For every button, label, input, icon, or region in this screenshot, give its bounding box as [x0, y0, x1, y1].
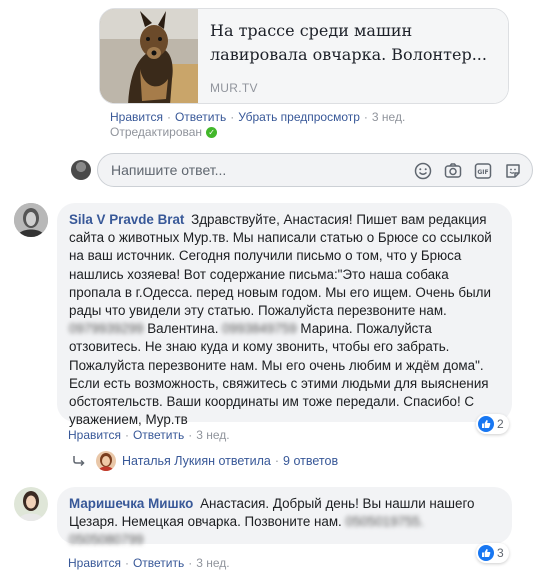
replies-author[interactable]: Наталья Лукиян ответила — [122, 454, 271, 468]
reaction-count[interactable]: 2 — [476, 414, 509, 434]
redacted-phone: 0979939299 — [69, 321, 144, 337]
reply-arrow-icon — [73, 456, 85, 467]
comment-author[interactable]: Sila V Pravde Brat — [69, 212, 184, 227]
preview-thumbnail — [100, 9, 198, 103]
timestamp[interactable]: 3 нед. — [196, 556, 229, 570]
comment-actions: Нравится · Ответить · 3 нед. — [68, 428, 230, 442]
replies-count[interactable]: 9 ответов — [283, 454, 338, 468]
reaction-number: 2 — [497, 417, 504, 431]
like-link[interactable]: Нравится — [68, 556, 121, 570]
sticker-icon[interactable] — [504, 162, 522, 180]
check-icon: ✓ — [206, 127, 218, 139]
reply-composer[interactable]: GIF — [97, 153, 533, 187]
view-replies[interactable]: Наталья Лукиян ответила · 9 ответов — [72, 451, 338, 471]
redacted-phone: 0505080799 — [69, 532, 144, 548]
timestamp[interactable]: 3 нед. — [196, 428, 229, 442]
reaction-count[interactable]: 3 — [476, 543, 509, 563]
avatar[interactable] — [14, 203, 48, 237]
svg-text:GIF: GIF — [477, 169, 488, 176]
dog-image-icon — [100, 9, 198, 103]
reply-link[interactable]: Ответить — [133, 556, 184, 570]
comment-text: Марина. Пожалуйста отзовитесь. Не знаю к… — [69, 321, 489, 428]
reply-input[interactable] — [111, 162, 401, 178]
timestamp[interactable]: 3 нед. — [372, 110, 405, 124]
remove-preview-link[interactable]: Убрать предпросмотр — [238, 110, 360, 124]
person-icon — [14, 203, 48, 237]
redacted-phone: 0505019755. — [345, 514, 424, 530]
preview-title[interactable]: На трассе среди машин лавировала овчарка… — [210, 19, 496, 67]
camera-icon[interactable] — [444, 162, 462, 180]
gif-icon[interactable]: GIF — [474, 162, 492, 180]
edited-label[interactable]: Отредактирован — [110, 125, 202, 139]
reply-link[interactable]: Ответить — [133, 428, 184, 442]
comment-bubble: Sila V Pravde Brat Здравствуйте, Анастас… — [57, 203, 512, 427]
like-icon — [478, 545, 494, 561]
like-link[interactable]: Нравится — [68, 428, 121, 442]
avatar[interactable] — [71, 160, 91, 180]
like-link[interactable]: Нравится — [110, 110, 163, 124]
comment-text: Здравствуйте, Анастасия! Пишет вам редак… — [69, 212, 492, 319]
preview-source: MUR.TV — [210, 81, 258, 95]
like-icon — [478, 416, 494, 432]
comment-text: Валентина. — [147, 321, 219, 337]
person-icon — [14, 487, 48, 521]
emoji-icon[interactable] — [414, 162, 432, 180]
avatar — [96, 451, 116, 471]
comment-bubble: Маришечка Мишко Анастасия. Добрый день! … — [57, 487, 512, 548]
comment-author[interactable]: Маришечка Мишко — [69, 496, 193, 511]
link-preview-card[interactable]: На трассе среди машин лавировала овчарка… — [99, 8, 509, 104]
top-actions: Нравится · Ответить · Убрать предпросмотр · 3 … — [110, 110, 406, 124]
preview-body: На трассе среди машин лавировала овчарка… — [198, 9, 508, 103]
edited-row: Отредактирован ✓ — [110, 125, 218, 139]
reaction-number: 3 — [497, 546, 504, 560]
comment-actions: Нравится · Ответить · 3 нед. — [68, 556, 230, 570]
avatar[interactable] — [14, 487, 48, 521]
reply-link[interactable]: Ответить — [175, 110, 226, 124]
redacted-phone: 0993849759 — [222, 321, 297, 337]
